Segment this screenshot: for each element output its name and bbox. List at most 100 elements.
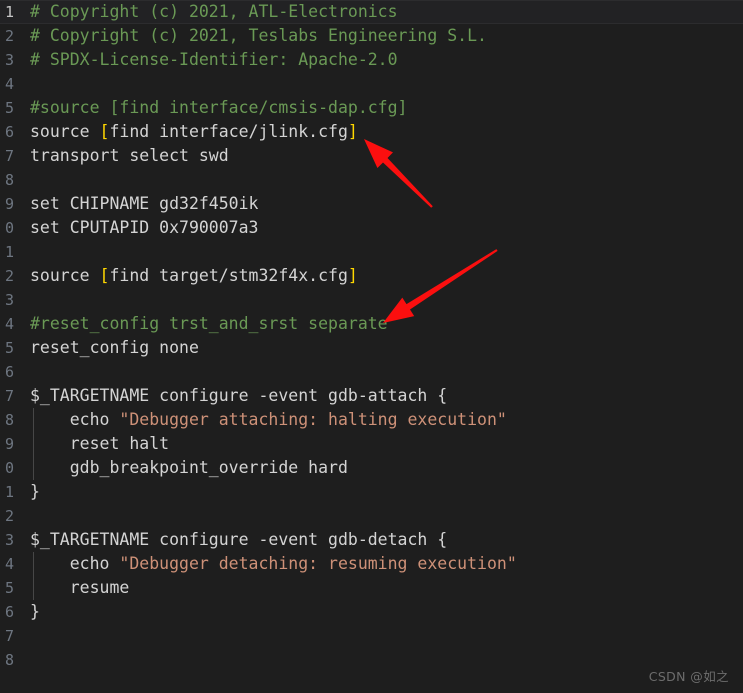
line-number: 5 [4,579,14,597]
line-number: 0 [4,219,14,237]
line-number: 0 [4,459,14,477]
code-line[interactable]: 4 #reset_config trst_and_srst separate [0,312,743,336]
line-number: 7 [4,147,14,165]
token-comment: # SPDX-License-Identifier: Apache-2.0 [30,50,398,69]
code-lines-container[interactable]: 1 # Copyright (c) 2021, ATL-Electronics 2 #… [0,0,743,693]
line-number: 2 [4,27,14,45]
token-default: echo [30,554,120,573]
code-line-content: set CHIPNAME gd32f450ik [30,192,258,216]
code-line-content: } [30,480,40,504]
token-default: source [30,122,100,141]
code-line[interactable]: 9 reset halt [0,432,743,456]
code-line[interactable]: 6} [0,600,743,624]
token-default: set CPUTAPID 0x790007a3 [30,218,259,237]
line-number: 6 [4,363,14,381]
code-line[interactable]: 0 gdb_breakpoint_override hard [0,456,743,480]
token-default: reset_config none [30,338,199,357]
code-line[interactable]: 7 transport select swd [0,144,743,168]
code-line[interactable]: 8 [0,648,743,672]
token-comment: # Copyright (c) 2021, ATL-Electronics [30,2,398,21]
code-line[interactable]: 3 [0,288,743,312]
token-brace: { [437,386,448,405]
code-line-content: #source [find interface/cmsis-dap.cfg] [30,96,408,120]
code-editor[interactable]: 1 # Copyright (c) 2021, ATL-Electronics 2 #… [0,0,743,693]
code-line-content: reset_config none [30,336,199,360]
code-line[interactable]: 2 [0,504,743,528]
token-default: set CHIPNAME gd32f450ik [30,194,259,213]
line-number: 8 [4,651,14,669]
line-number: 3 [4,531,14,549]
token-brace: { [437,530,448,549]
token-string: "Debugger attaching: halting execution" [119,410,507,429]
token-bracket: [ [99,266,110,285]
token-default: $_TARGETNAME configure -event gdb-detach [30,530,438,549]
line-number: 3 [4,51,14,69]
code-line[interactable]: 7 [0,624,743,648]
code-line[interactable]: 7 $_TARGETNAME configure -event gdb-attac… [0,384,743,408]
code-line[interactable]: 8 echo "Debugger attaching: halting exec… [0,408,743,432]
code-line-content: # Copyright (c) 2021, ATL-Electronics [30,0,398,24]
code-line[interactable]: 9 set CHIPNAME gd32f450ik [0,192,743,216]
code-line-content: transport select swd [30,144,229,168]
token-brace: } [30,602,40,621]
line-number: 3 [4,291,14,309]
token-default: echo [30,410,120,429]
token-bracket: [ [99,122,110,141]
token-default: gdb_breakpoint_override hard [30,458,348,477]
code-line[interactable]: 5 reset_config none [0,336,743,360]
line-number: 1 [4,3,14,21]
token-default: find target/stm32f4x.cfg [109,266,348,285]
code-line[interactable]: 4 [0,72,743,96]
code-line[interactable]: 1 # Copyright (c) 2021, ATL-Electronics [0,0,743,24]
token-string: "Debugger detaching: resuming execution" [119,554,517,573]
token-default: source [30,266,100,285]
indent-guide [33,408,34,480]
token-default: $_TARGETNAME configure -event gdb-attach [30,386,438,405]
line-number: 2 [4,267,14,285]
line-number: 6 [4,123,14,141]
line-number: 4 [4,555,14,573]
code-line[interactable]: 6 source [find interface/jlink.cfg] [0,120,743,144]
line-number: 1 [4,243,14,261]
code-line[interactable]: 3 $_TARGETNAME configure -event gdb-detac… [0,528,743,552]
code-line-content: source [find interface/jlink.cfg] [30,120,358,144]
code-line-content: #reset_config trst_and_srst separate [30,312,388,336]
token-brace: } [30,482,40,501]
code-line[interactable]: 2 source [find target/stm32f4x.cfg] [0,264,743,288]
code-line-content: set CPUTAPID 0x790007a3 [30,216,258,240]
line-number: 6 [4,603,14,621]
code-line-content: $_TARGETNAME configure -event gdb-attach… [30,384,447,408]
code-line-content: reset halt [30,432,169,456]
code-line-content: # SPDX-License-Identifier: Apache-2.0 [30,48,398,72]
token-default: find interface/jlink.cfg [109,122,348,141]
code-line[interactable]: 5 resume [0,576,743,600]
token-comment: #reset_config trst_and_srst separate [30,314,388,333]
code-line-content: source [find target/stm32f4x.cfg] [30,264,358,288]
code-line[interactable]: 5 #source [find interface/cmsis-dap.cfg] [0,96,743,120]
code-line[interactable]: 1} [0,480,743,504]
token-comment: # Copyright (c) 2021, Teslabs Engineerin… [30,26,487,45]
code-line[interactable]: 6 [0,360,743,384]
code-line[interactable]: 3 # SPDX-License-Identifier: Apache-2.0 [0,48,743,72]
code-line-content: $_TARGETNAME configure -event gdb-detach… [30,528,447,552]
line-number: 9 [4,435,14,453]
token-comment: #source [find interface/cmsis-dap.cfg] [30,98,408,117]
line-number: 8 [4,171,14,189]
line-number: 4 [4,315,14,333]
token-default: resume [30,578,130,597]
line-number: 2 [4,507,14,525]
code-line[interactable]: 4 echo "Debugger detaching: resuming exe… [0,552,743,576]
line-number: 4 [4,75,14,93]
code-line-content: } [30,600,40,624]
line-number: 1 [4,483,14,501]
code-line-content: resume [30,576,130,600]
code-line-content: # Copyright (c) 2021, Teslabs Engineerin… [30,24,487,48]
code-line[interactable]: 0 set CPUTAPID 0x790007a3 [0,216,743,240]
code-line[interactable]: 8 [0,168,743,192]
code-line[interactable]: 2 # Copyright (c) 2021, Teslabs Engineeri… [0,24,743,48]
line-number: 5 [4,99,14,117]
line-number: 8 [4,411,14,429]
code-line[interactable]: 1 [0,240,743,264]
line-number: 5 [4,339,14,357]
line-number: 7 [4,387,14,405]
